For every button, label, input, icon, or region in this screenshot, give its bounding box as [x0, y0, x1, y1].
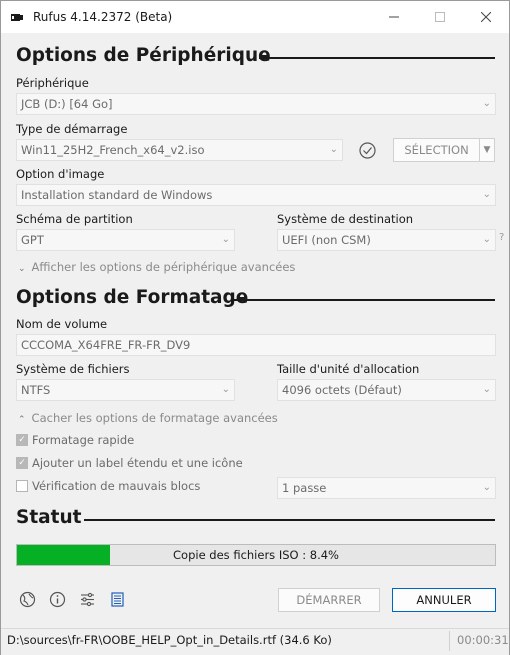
status-file-text: D:\sources\fr-FR\OOBE_HELP_Opt_in_Detail… — [7, 633, 332, 647]
chevron-up-icon: ⌃ — [18, 415, 26, 425]
extended-label-checkbox[interactable]: ✓ Ajouter un label étendu et une icône — [16, 456, 243, 470]
target-system-value: UEFI (non CSM) — [282, 233, 371, 247]
chevron-down-icon: ⌄ — [482, 98, 491, 109]
usb-drive-icon — [11, 14, 23, 21]
boot-type-value: Win11_25H2_French_x64_v2.iso — [21, 143, 205, 157]
close-icon — [481, 12, 491, 22]
status-bar: D:\sources\fr-FR\OOBE_HELP_Opt_in_Detail… — [1, 628, 509, 655]
bad-blocks-checkbox[interactable]: Vérification de mauvais blocs — [16, 479, 200, 493]
passes-value: 1 passe — [282, 481, 327, 495]
passes-dropdown[interactable]: 1 passe ⌄ — [277, 477, 496, 499]
section-divider — [84, 519, 495, 521]
maximize-button[interactable] — [417, 1, 463, 33]
rufus-window: Rufus 4.14.2372 (Beta) Options de Périph… — [0, 0, 510, 655]
status-heading: Statut — [16, 507, 82, 528]
image-option-dropdown[interactable]: Installation standard de Windows ⌄ — [16, 184, 496, 206]
window-title: Rufus 4.14.2372 (Beta) — [33, 10, 173, 24]
partition-scheme-value: GPT — [21, 233, 44, 247]
device-dropdown[interactable]: JCB (D:) [64 Go] ⌄ — [16, 93, 496, 115]
volume-name-label: Nom de volume — [16, 317, 108, 331]
cluster-size-dropdown[interactable]: 4096 octets (Défaut) ⌄ — [277, 379, 496, 401]
file-system-label: Système de fichiers — [16, 362, 130, 376]
chevron-down-icon: ⌄ — [482, 189, 491, 200]
bad-blocks-label: Vérification de mauvais blocs — [32, 479, 201, 493]
volume-name-field[interactable]: CCCOMA_X64FRE_FR-FR_DV9 — [16, 334, 496, 356]
file-system-value: NTFS — [21, 383, 51, 397]
partition-scheme-label: Schéma de partition — [16, 212, 133, 226]
progress-text: Copie des fichiers ISO : 8.4% — [173, 548, 339, 562]
elapsed-time: 00:00:31 — [457, 633, 509, 647]
select-dropdown-button[interactable]: ▼ — [479, 138, 495, 162]
help-icon[interactable]: ? — [499, 232, 504, 243]
partition-scheme-dropdown[interactable]: GPT ⌄ — [16, 229, 235, 251]
cluster-size-value: 4096 octets (Défaut) — [282, 383, 402, 397]
section-divider — [234, 299, 495, 301]
chevron-down-icon: ⌄ — [482, 482, 491, 493]
target-system-label: Système de destination — [277, 212, 414, 226]
image-option-value: Installation standard de Windows — [21, 188, 213, 202]
device-value: JCB (D:) [64 Go] — [21, 97, 113, 111]
select-button[interactable]: SÉLECTION — [393, 138, 480, 162]
quick-format-label: Formatage rapide — [32, 433, 135, 447]
chevron-down-icon: ⌄ — [329, 144, 338, 155]
chevron-down-icon: ⌄ — [221, 234, 230, 245]
format-options-heading: Options de Formatage — [16, 287, 249, 308]
chevron-down-icon: ⌄ — [482, 384, 491, 395]
globe-icon[interactable] — [18, 590, 36, 608]
checkmark-icon: ✓ — [16, 457, 28, 469]
image-option-label: Option d'image — [16, 167, 105, 181]
device-label: Périphérique — [16, 76, 89, 90]
progress-bar: Copie des fichiers ISO : 8.4% — [16, 544, 496, 566]
title-bar: Rufus 4.14.2372 (Beta) — [1, 1, 509, 33]
chevron-down-icon: ⌄ — [482, 234, 491, 245]
target-system-dropdown[interactable]: UEFI (non CSM) ⌄ — [277, 229, 496, 251]
device-options-heading: Options de Périphérique — [16, 45, 271, 66]
start-button[interactable]: DÉMARRER — [278, 588, 380, 612]
format-advanced-label: Cacher les options de formatage avancées — [31, 411, 278, 425]
close-button[interactable] — [463, 1, 509, 33]
quick-format-checkbox[interactable]: ✓ Formatage rapide — [16, 433, 134, 447]
status-separator — [449, 631, 450, 651]
file-system-dropdown[interactable]: NTFS ⌄ — [16, 379, 235, 401]
checkbox-empty-icon — [16, 480, 28, 492]
check-hash-icon[interactable] — [358, 141, 376, 159]
cancel-button[interactable]: ANNULER — [392, 588, 496, 612]
minimize-icon — [389, 16, 399, 18]
format-advanced-toggle[interactable]: ⌃ Cacher les options de formatage avancée… — [18, 411, 278, 425]
cluster-size-label: Taille d'unité d'allocation — [277, 362, 420, 376]
chevron-down-icon: ▼ — [483, 145, 491, 155]
boot-type-label: Type de démarrage — [16, 122, 128, 136]
checkmark-icon: ✓ — [16, 434, 28, 446]
extended-label-label: Ajouter un label étendu et une icône — [32, 456, 243, 470]
minimize-button[interactable] — [371, 1, 417, 33]
settings-icon[interactable] — [78, 590, 96, 608]
device-advanced-label: Afficher les options de périphérique ava… — [31, 260, 296, 274]
chevron-down-icon: ⌄ — [18, 264, 26, 274]
boot-type-dropdown[interactable]: Win11_25H2_French_x64_v2.iso ⌄ — [16, 139, 343, 161]
maximize-icon — [435, 12, 445, 22]
chevron-down-icon: ⌄ — [221, 384, 230, 395]
section-divider — [259, 57, 495, 59]
info-icon[interactable] — [48, 590, 66, 608]
log-icon[interactable] — [108, 590, 126, 608]
device-advanced-toggle[interactable]: ⌄ Afficher les options de périphérique av… — [18, 260, 295, 274]
